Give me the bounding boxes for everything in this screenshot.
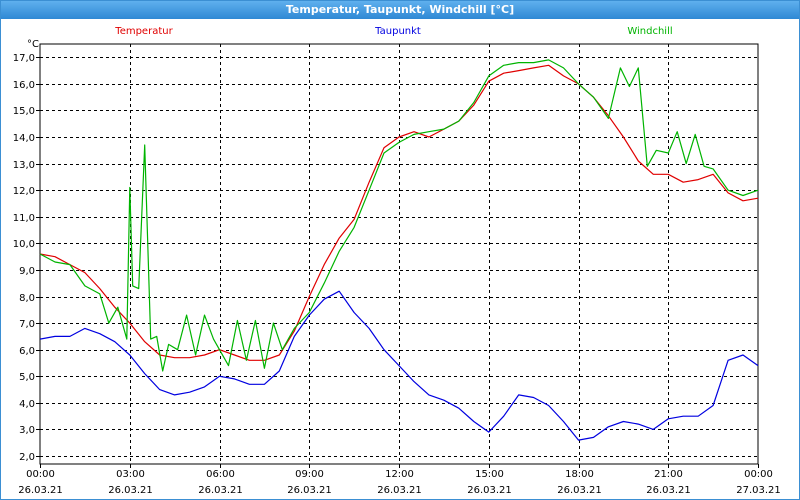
x-tick-time: 09:00 xyxy=(295,469,324,480)
y-axis-ticks: 2,0 3,0 4,0 5,0 6,0 7,0 8,0 9,0 10,0 11,0 12,0 13,0… xyxy=(13,53,40,463)
legend-entry-taupunkt: Taupunkt xyxy=(374,26,421,37)
legend-entry-windchill: Windchill xyxy=(627,26,672,37)
x-tick-time: 00:00 xyxy=(744,469,773,480)
x-tick-date: 26.03.21 xyxy=(198,485,243,496)
y-tick-label: 13,0 xyxy=(13,160,35,171)
legend: Temperatur Taupunkt Windchill xyxy=(114,26,672,37)
y-tick-label: 12,0 xyxy=(13,186,35,197)
x-tick-date: 26.03.21 xyxy=(646,485,691,496)
y-tick-label: 17,0 xyxy=(13,53,35,64)
x-tick-date: 26.03.21 xyxy=(18,485,63,496)
x-tick-date: 26.03.21 xyxy=(377,485,422,496)
y-tick-label: 9,0 xyxy=(19,266,35,277)
chart-canvas: 2,0 3,0 4,0 5,0 6,0 7,0 8,0 9,0 10,0 11,0 12,0 13,0… xyxy=(13,26,781,496)
y-tick-label: 3,0 xyxy=(19,425,35,436)
y-tick-label: 11,0 xyxy=(13,213,35,224)
x-tick-time: 03:00 xyxy=(116,469,145,480)
x-tick-date: 27.03.21 xyxy=(736,485,781,496)
y-tick-label: 15,0 xyxy=(13,106,35,117)
x-tick-date: 26.03.21 xyxy=(287,485,332,496)
legend-entry-temperatur: Temperatur xyxy=(114,26,173,37)
x-tick-time: 18:00 xyxy=(565,469,594,480)
y-tick-label: 8,0 xyxy=(19,293,35,304)
x-tick-time: 00:00 xyxy=(26,469,55,480)
y-tick-label: 6,0 xyxy=(19,346,35,357)
y-tick-label: 2,0 xyxy=(19,452,35,463)
x-tick-time: 21:00 xyxy=(654,469,683,480)
x-tick-date: 26.03.21 xyxy=(557,485,602,496)
y-tick-label: 7,0 xyxy=(19,319,35,330)
x-tick-time: 12:00 xyxy=(385,469,414,480)
x-tick-date: 26.03.21 xyxy=(467,485,512,496)
y-tick-label: 14,0 xyxy=(13,133,35,144)
x-tick-date: 26.03.21 xyxy=(108,485,153,496)
y-axis-unit-label: °C xyxy=(27,39,39,50)
x-tick-time: 06:00 xyxy=(206,469,235,480)
y-tick-label: 16,0 xyxy=(13,80,35,91)
y-tick-label: 4,0 xyxy=(19,399,35,410)
x-tick-time: 15:00 xyxy=(475,469,504,480)
y-tick-label: 10,0 xyxy=(13,239,35,250)
y-tick-label: 5,0 xyxy=(19,372,35,383)
x-axis-ticks: 00:00 26.03.21 03:00 26.03.21 06:00 26.03.21 0… xyxy=(18,464,781,496)
